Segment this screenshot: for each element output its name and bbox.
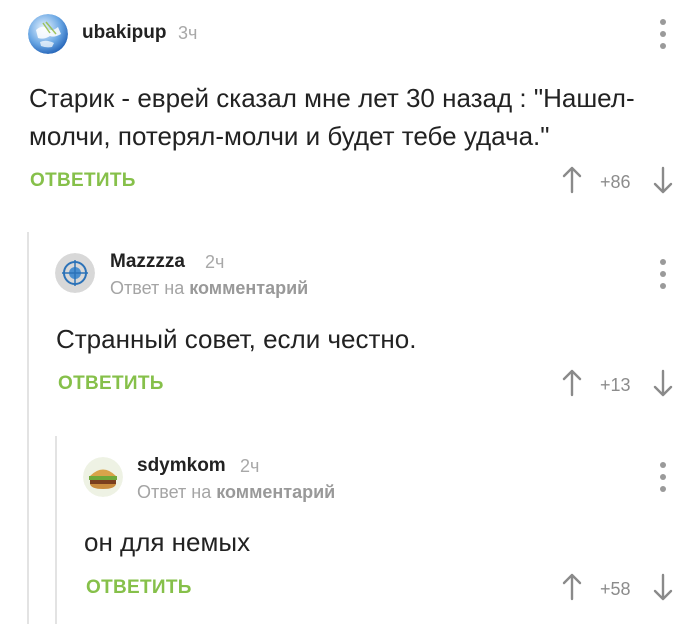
comment: ubakipup 3ч Старик - еврей сказал мне ле… (0, 0, 700, 215)
reply-to-link[interactable]: Ответ на комментарий (137, 482, 335, 503)
downvote-button[interactable] (652, 369, 674, 402)
comment-author[interactable]: sdymkom (137, 455, 226, 477)
more-options-icon[interactable] (659, 259, 667, 289)
comment-rating: +13 (600, 375, 631, 395)
downvote-button[interactable] (652, 166, 674, 199)
upvote-button[interactable] (561, 369, 583, 402)
more-options-icon[interactable] (659, 19, 667, 49)
upvote-button[interactable] (561, 166, 583, 199)
reply-to-link[interactable]: Ответ на комментарий (110, 278, 308, 299)
arrow-down-icon (653, 166, 673, 194)
emblem-avatar-icon (55, 253, 95, 293)
reply-button[interactable]: ОТВЕТИТЬ (58, 373, 164, 395)
burger-avatar-icon (83, 457, 123, 497)
thread-line (55, 436, 57, 624)
reply-to-target[interactable]: комментарий (216, 482, 335, 502)
reply-to-prefix: Ответ на (137, 482, 212, 502)
reply-to-prefix: Ответ на (110, 278, 185, 298)
comment-rating: +58 (600, 579, 631, 599)
upvote-button[interactable] (561, 573, 583, 606)
comment-time: 3ч (178, 23, 198, 43)
arrow-down-icon (653, 369, 673, 397)
comment-author[interactable]: Mazzzza (110, 251, 185, 273)
comment-text-line: Странный совет, если честно. (56, 324, 417, 354)
comment-time: 2ч (240, 456, 260, 476)
arrow-up-icon (562, 369, 582, 397)
comment-author[interactable]: ubakipup (82, 22, 166, 44)
arrow-up-icon (562, 166, 582, 194)
comment-text-line: Старик - еврей сказал мне лет 30 назад :… (29, 83, 635, 113)
arrow-up-icon (562, 573, 582, 601)
reply-to-target[interactable]: комментарий (189, 278, 308, 298)
downvote-button[interactable] (652, 573, 674, 606)
globe-avatar-icon (28, 14, 68, 54)
comment-text: он для немых (84, 523, 250, 561)
avatar[interactable] (83, 457, 123, 497)
avatar[interactable] (55, 253, 95, 293)
comment-text: Старик - еврей сказал мне лет 30 назад :… (29, 79, 635, 155)
thread-line (27, 232, 29, 624)
reply-button[interactable]: ОТВЕТИТЬ (86, 577, 192, 599)
more-options-icon[interactable] (659, 462, 667, 492)
reply-button[interactable]: ОТВЕТИТЬ (30, 170, 136, 192)
comment-text-line: молчи, потерял-молчи и будет тебе удача.… (29, 121, 550, 151)
avatar[interactable] (28, 14, 68, 54)
comment-text: Странный совет, если честно. (56, 320, 416, 358)
comment-time: 2ч (205, 252, 225, 272)
arrow-down-icon (653, 573, 673, 601)
comment-rating: +86 (600, 172, 631, 192)
comment-text-line: он для немых (84, 527, 251, 557)
